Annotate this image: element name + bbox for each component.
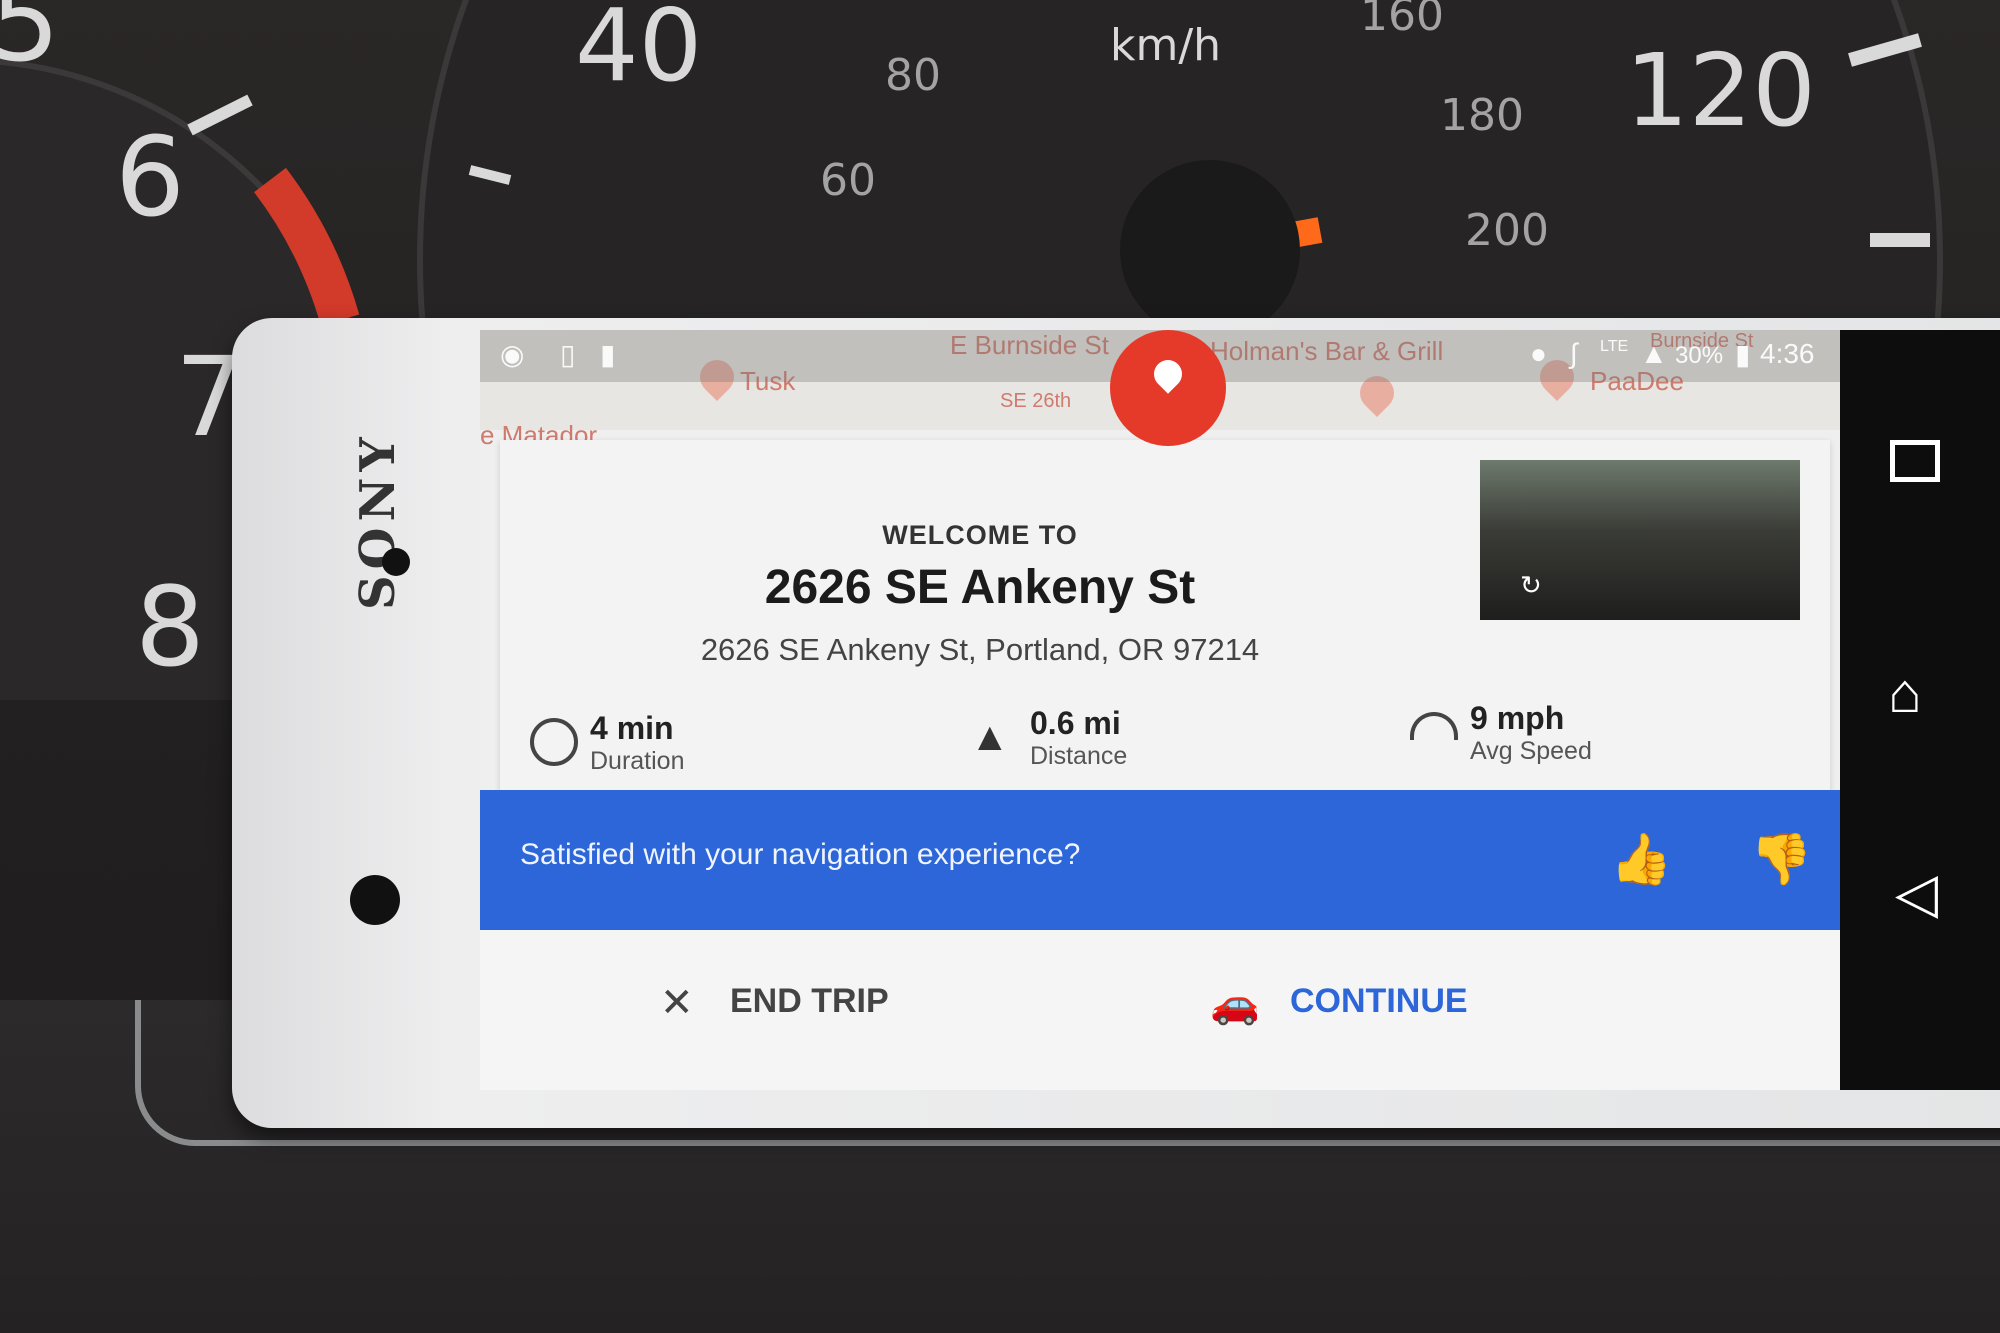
speed-unit: km/h [1110,20,1221,71]
stat-distance: ▲ 0.6 mi Distance [970,705,1127,771]
battery-saver-icon: ▮ [600,339,616,370]
phone-screen: E Burnside St SE 26th Burnside St Holman… [480,330,2000,1090]
destination-pin-icon [1110,330,1226,446]
recent-apps-icon[interactable] [1890,440,1940,482]
network-type: LTE [1600,338,1629,355]
spotify-icon: ◉ [500,339,525,370]
battery-percent: 30% [1675,342,1724,369]
map-street-label: SE 26th [1000,390,1072,412]
front-sensor [350,875,400,925]
stat-value: 0.6 mi [1030,705,1121,741]
clock-icon [530,718,578,766]
signal-icon: ▲ [1640,338,1668,369]
speed-number: 120 [1625,32,1816,149]
brand-logo: SONY [350,431,406,610]
tach-number: 5 [0,0,60,86]
thumbs-down-icon[interactable]: 👎 [1750,830,1812,889]
stat-value: 4 min [590,710,674,746]
action-bar: ✕ END TRIP 🚗 CONTINUE [480,930,1850,1090]
speed-number: 160 [1360,0,1444,41]
car-icon: 🚗 [1210,982,1260,1026]
system-navigation-bar: ⌂ ◁ [1840,330,2000,1090]
continue-button[interactable]: 🚗 CONTINUE [1210,970,1530,1040]
speed-number: 80 [885,50,941,101]
speed-number: 60 [820,155,876,206]
speed-number: 180 [1440,90,1524,141]
stat-label: Distance [1030,742,1128,770]
road-icon: ▲ [970,715,1010,759]
speedometer-icon [1410,712,1458,740]
speed-number: 200 [1465,205,1549,256]
street-view-thumbnail[interactable]: ↻ [1480,460,1800,620]
back-icon[interactable]: ◁ [1895,860,1938,926]
speed-number: 40 [575,0,702,104]
stat-label: Duration [590,747,685,775]
place-address: 2626 SE Ankeny St, Portland, OR 97214 [700,632,1260,667]
bluetooth-icon: ∫ [1570,338,1578,369]
place-name: 2626 SE Ankeny St [764,561,1196,614]
home-icon[interactable]: ⌂ [1888,660,1922,725]
thumbs-up-icon[interactable]: 👍 [1610,830,1672,889]
stat-duration: 4 min Duration [530,710,685,776]
continue-label: CONTINUE [1290,982,1468,1020]
stat-avg-speed: 9 mph Avg Speed [1410,700,1592,766]
tach-number: 6 [115,113,185,241]
street-view-icon: ↻ [1520,570,1542,600]
close-icon: ✕ [660,981,694,1025]
location-icon: ● [1530,338,1547,369]
sim-icon: ▯ [560,339,576,370]
stat-value: 9 mph [1470,700,1565,736]
feedback-banner: Satisfied with your navigation experienc… [480,790,1850,930]
end-trip-button[interactable]: ✕ END TRIP [660,970,920,1040]
stat-label: Avg Speed [1470,737,1592,765]
battery-icon: ▮ [1735,339,1751,370]
arrival-card: WELCOME TO 2626 SE Ankeny St 2626 SE Ank… [500,330,1830,810]
feedback-prompt: Satisfied with your navigation experienc… [520,838,1081,871]
end-trip-label: END TRIP [730,982,889,1020]
clock-time: 4:36 [1760,338,1815,369]
tach-number: 8 [135,563,205,691]
front-camera [382,548,410,576]
welcome-label: WELCOME TO [882,520,1078,550]
